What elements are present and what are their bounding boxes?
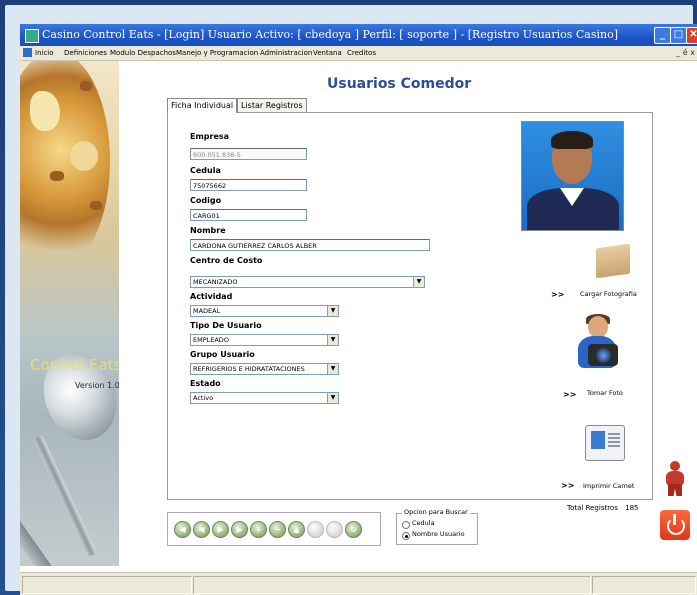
cedula-label: Cedula [190,166,221,175]
estado-value: Activo [193,394,214,402]
edit-icon[interactable]: ▲ [288,521,305,538]
last-icon[interactable]: ▶ [231,521,248,538]
tab-listar-registros[interactable]: Listar Registros [237,98,307,112]
nombre-label: Nombre [190,226,226,235]
version-label: Version 1.0 [75,381,119,390]
cedula-field[interactable]: 75075662 [190,179,307,191]
fruit-graphic [30,91,60,131]
tab-ficha-individual[interactable]: Ficha Individual [167,98,238,113]
total-registros-label: Total Registros [567,504,618,512]
imprimir-carnet-link[interactable]: Imprimir Carnet [583,482,634,490]
radio-nombre-usuario[interactable] [402,532,410,540]
status-panel-2 [193,576,591,594]
centro-costo-label: Centro de Costo [190,256,263,265]
sidebar-image: Control Eats Version 1.0 [20,61,119,566]
menu-item-definiciones[interactable]: Definiciones [64,46,107,60]
search-option-group: Opcion para Buscar Cedula Nombre Usuario [396,508,478,545]
maximize-button[interactable]: □ [670,27,687,44]
brand-logo-text: Control Eats [30,356,119,374]
grupo-usuario-value: REFRIGERIOS E HIDRATATACIONES [193,365,305,373]
fork-graphic [20,486,60,566]
imprimir-carnet-arrow: >> [561,481,575,490]
chevron-down-icon[interactable]: ▼ [327,393,338,403]
estado-label: Estado [190,379,221,388]
radio-cedula[interactable] [402,521,410,529]
grupo-usuario-select[interactable]: REFRIGERIOS E HIDRATATACIONES ▼ [190,363,339,375]
tomar-foto-link[interactable]: Tomar Foto [587,389,623,397]
user-photo [521,121,624,231]
actividad-value: MADEAL [193,307,221,315]
menu-bar: Inicio Definiciones Modulo Despachos Man… [20,46,697,61]
walnut-graphic [90,201,102,210]
mdi-window-controls[interactable]: _ é x [676,46,695,60]
cargar-foto-link[interactable]: Cargar Fotografia [580,290,637,298]
confirm-icon[interactable]: ✓ [307,521,324,538]
chevron-down-icon[interactable]: ▼ [327,306,338,316]
status-panel-1 [22,576,192,594]
codigo-label: Codigo [190,196,222,205]
actividad-label: Actividad [190,292,233,301]
folder-icon[interactable] [596,243,630,279]
centro-costo-select[interactable]: MECANIZADO ▼ [190,276,425,288]
cargar-foto-arrow: >> [551,290,565,299]
title-bar[interactable]: Casino Control Eats - [Login] Usuario Ac… [20,24,697,46]
remove-icon[interactable]: − [269,521,286,538]
menu-item-manejo-programacion[interactable]: Manejo y Programacion [176,46,258,60]
record-navigation-bar: ◀ ◀ ▶ ▶ + − ▲ ✓ ✕ ↻ [167,512,381,546]
refresh-icon[interactable]: ↻ [345,521,362,538]
empresa-field[interactable]: 800.051.838-5 [190,148,307,160]
radio-nombre-usuario-label[interactable]: Nombre Usuario [412,530,465,538]
total-registros: Total Registros 185 [567,504,638,512]
walnut-graphic [80,81,92,91]
centro-costo-value: MECANIZADO [193,278,238,286]
menu-item-inicio[interactable]: Inicio [35,46,54,60]
chevron-down-icon[interactable]: ▼ [413,277,424,287]
menu-item-ventana[interactable]: Ventana [313,46,342,60]
power-exit-icon[interactable] [660,510,690,540]
cancel-icon[interactable]: ✕ [326,521,343,538]
search-option-legend: Opcion para Buscar [402,508,470,516]
camera-icon[interactable] [574,314,620,374]
codigo-field[interactable]: CARG01 [190,209,307,221]
next-icon[interactable]: ▶ [212,521,229,538]
radio-cedula-label[interactable]: Cedula [412,519,435,527]
status-bar [20,572,697,595]
chevron-down-icon[interactable]: ▼ [327,364,338,374]
add-icon[interactable]: + [250,521,267,538]
walnut-graphic [50,171,64,181]
close-button[interactable]: ✕ [686,27,697,44]
tipo-usuario-select[interactable]: EMPLEADO ▼ [190,334,339,346]
fruit-graphic [70,141,98,171]
menu-item-creditos[interactable]: Creditos [347,46,376,60]
fruit-bowl-graphic [20,61,110,271]
previous-icon[interactable]: ◀ [193,521,210,538]
user-profile-icon[interactable] [663,461,687,497]
chevron-down-icon[interactable]: ▼ [327,335,338,345]
photo-hair [551,131,593,149]
status-panel-3 [592,576,696,594]
tipo-usuario-label: Tipo De Usuario [190,321,262,330]
tomar-foto-arrow: >> [563,390,577,399]
empresa-label: Empresa [190,132,230,141]
grupo-usuario-label: Grupo Usuario [190,350,255,359]
page-title: Usuarios Comedor [327,76,472,92]
menu-app-icon [23,48,32,57]
id-card-icon[interactable] [581,421,625,461]
spoon-handle-graphic [32,434,98,558]
nombre-field[interactable]: CARDONA GUTIERREZ CARLOS ALBER [190,239,430,251]
menu-item-administracion[interactable]: Administracion [260,46,312,60]
actividad-select[interactable]: MADEAL ▼ [190,305,339,317]
estado-select[interactable]: Activo ▼ [190,392,339,404]
tipo-usuario-value: EMPLEADO [193,336,229,344]
menu-item-modulo-despachos[interactable]: Modulo Despachos [110,46,176,60]
app-icon [25,29,39,43]
total-registros-value: 185 [625,504,639,512]
first-icon[interactable]: ◀ [174,521,191,538]
window-title: Casino Control Eats - [Login] Usuario Ac… [42,28,619,41]
application-window: Casino Control Eats - [Login] Usuario Ac… [20,24,697,595]
minimize-button[interactable]: _ [654,27,671,44]
